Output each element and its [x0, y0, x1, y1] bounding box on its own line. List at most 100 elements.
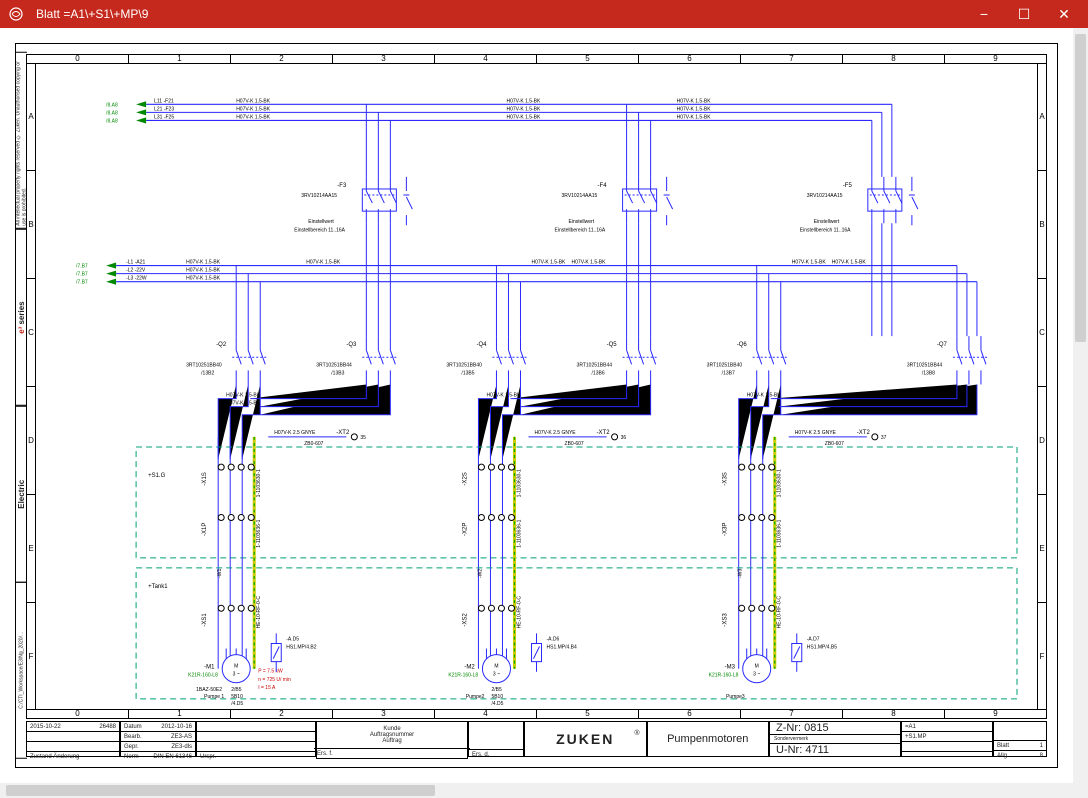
- svg-text:35: 35: [360, 435, 366, 441]
- svg-text:3RT10251BB40: 3RT10251BB40: [707, 362, 743, 368]
- grid-rows-right: A B C D E F: [1037, 63, 1046, 710]
- svg-text:-X1S: -X1S: [202, 472, 208, 485]
- svg-text:2/B5: 2/B5: [231, 687, 241, 693]
- svg-text:H07V-K 1.5-BK: H07V-K 1.5-BK: [792, 260, 827, 266]
- svg-text:-A.D6: -A.D6: [547, 636, 560, 642]
- svg-text:H07V-K 1.5-BK: H07V-K 1.5-BK: [506, 98, 541, 104]
- svg-text:ZB0-607: ZB0-607: [565, 441, 584, 447]
- svg-text:1-1103630-1: 1-1103630-1: [256, 469, 262, 497]
- sheet-border-outer: All intellectual property rights reserve…: [15, 43, 1058, 768]
- svg-text:-F4: -F4: [598, 183, 608, 189]
- svg-text:H07V-K 1.5-BK: H07V-K 1.5-BK: [832, 260, 867, 266]
- svg-text:/13B7: /13B7: [722, 370, 735, 376]
- grid-cols-top: 0 1 2 3 4 5 6 7 8 9: [27, 55, 1046, 64]
- sondervermerk: Sondervermerk: [770, 734, 900, 743]
- svg-text:H07V-K 1.5-BK: H07V-K 1.5-BK: [747, 393, 782, 399]
- svg-text:1-1103636-1: 1-1103636-1: [777, 519, 783, 547]
- svg-text:HE-10-RF-0-C: HE-10-RF-0-C: [256, 596, 262, 629]
- svg-text:-Q2: -Q2: [216, 342, 227, 348]
- tb-auftrag: Auftrag: [382, 738, 401, 744]
- title-block: 2015-10-2226488 Zustand Änderung Datum20…: [26, 721, 1047, 757]
- svg-text:/7.B7: /7.B7: [76, 280, 88, 286]
- drawing-title: Pumpenmotoren: [648, 722, 769, 756]
- svg-text:H07V-K 2.5 GNYE: H07V-K 2.5 GNYE: [274, 430, 316, 436]
- svg-text:-M2: -M2: [464, 665, 475, 671]
- svg-text:H07V-K 1.5-BK: H07V-K 1.5-BK: [506, 114, 541, 120]
- svg-text:Einstellwert: Einstellwert: [308, 219, 334, 225]
- svg-text:-A.D7: -A.D7: [807, 636, 820, 642]
- svg-text:5B10: 5B10: [231, 694, 243, 700]
- svg-text:HS1.MP/4.B5: HS1.MP/4.B5: [807, 645, 837, 651]
- grid-cols-bottom: 0 1 2 3 4 5 6 7 8 9: [27, 709, 1046, 718]
- svg-text:3RV10214AA15: 3RV10214AA15: [807, 193, 843, 199]
- svg-text:Pumpe3: Pumpe3: [726, 694, 745, 700]
- svg-text:+Tank1: +Tank1: [148, 584, 168, 590]
- svg-text:-W2: -W2: [477, 569, 483, 578]
- svg-text:-Q6: -Q6: [737, 342, 748, 348]
- svg-text:/13B8: /13B8: [922, 370, 935, 376]
- svg-text:H07V-K 1.5-BK: H07V-K 1.5-BK: [236, 114, 271, 120]
- svg-text:HS1.MP/4.B2: HS1.MP/4.B2: [286, 645, 316, 651]
- svg-text:L21 -F23: L21 -F23: [154, 106, 174, 112]
- svg-text:HE-10-RF-0-C: HE-10-RF-0-C: [777, 596, 783, 629]
- svg-text:K21R-160-L8: K21R-160-L8: [448, 673, 478, 679]
- svg-text:H07V-K 2.5 GNYE: H07V-K 2.5 GNYE: [795, 430, 837, 436]
- svg-text:-X2S: -X2S: [462, 472, 468, 485]
- title-bar[interactable]: Blatt =A1\+S1\+MP\9 − ☐ ✕: [0, 0, 1088, 28]
- svg-text:/7.B7: /7.B7: [76, 272, 88, 278]
- svg-text:-L3 -22W: -L3 -22W: [126, 276, 147, 282]
- svg-text:P = 7.5 kW: P = 7.5 kW: [258, 669, 283, 675]
- svg-text:H07V-K 1.5-BK: H07V-K 1.5-BK: [306, 260, 341, 266]
- svg-text:-L2 -22V: -L2 -22V: [126, 268, 146, 274]
- svg-text:H07V-K 1.5-BK: H07V-K 1.5-BK: [186, 260, 221, 266]
- svg-text:-Q5: -Q5: [607, 342, 618, 348]
- svg-text:-X2P: -X2P: [462, 523, 468, 536]
- zuken-logo: ZUKEN: [556, 731, 614, 747]
- minimize-button[interactable]: −: [964, 0, 1004, 28]
- svg-text:Einstellbereich 11..16A: Einstellbereich 11..16A: [294, 227, 345, 233]
- drawing-canvas[interactable]: All intellectual property rights reserve…: [0, 28, 1088, 798]
- svg-text:-XS1: -XS1: [202, 613, 208, 627]
- svg-text:-XT2: -XT2: [597, 430, 611, 436]
- svg-text:/13B6: /13B6: [592, 370, 605, 376]
- svg-text:L31 -F25: L31 -F25: [154, 114, 174, 120]
- svg-text:-M3: -M3: [725, 665, 736, 671]
- svg-text:1-1103636-1: 1-1103636-1: [256, 519, 262, 547]
- svg-text:-A.D5: -A.D5: [286, 636, 299, 642]
- svg-text:H07V-K 1.5-BK: H07V-K 1.5-BK: [677, 106, 712, 112]
- maximize-button[interactable]: ☐: [1004, 0, 1044, 28]
- scrollbar-horizontal[interactable]: [0, 783, 1073, 798]
- svg-text:1-1103630-1: 1-1103630-1: [516, 469, 522, 497]
- svg-text:n = 725 U/ min: n = 725 U/ min: [258, 677, 291, 683]
- svg-text:K21R-160-L8: K21R-160-L8: [709, 673, 739, 679]
- svg-text:H07V-K 1.5-BK: H07V-K 1.5-BK: [186, 268, 221, 274]
- svg-text:3RT10251BB44: 3RT10251BB44: [907, 362, 943, 368]
- svg-text:H07V-K 1.5-BK: H07V-K 1.5-BK: [236, 106, 271, 112]
- svg-text:-W3: -W3: [738, 569, 744, 578]
- svg-text:Einstellwert: Einstellwert: [569, 219, 595, 225]
- svg-text:-Q7: -Q7: [937, 342, 948, 348]
- svg-text:Einstellbereich 11..16A: Einstellbereich 11..16A: [800, 227, 851, 233]
- window-title: Blatt =A1\+S1\+MP\9: [36, 7, 148, 21]
- svg-text:HE-10-RF-0-C: HE-10-RF-0-C: [516, 596, 522, 629]
- svg-text:3RV10214AA15: 3RV10214AA15: [562, 193, 598, 199]
- close-button[interactable]: ✕: [1044, 0, 1084, 28]
- svg-text:3RT10251BB40: 3RT10251BB40: [446, 362, 482, 368]
- svg-text:K21R-160-L8: K21R-160-L8: [188, 673, 218, 679]
- svg-text:Pumpe2: Pumpe2: [466, 694, 485, 700]
- schematic-drawing: M 3 ~: [36, 64, 1037, 709]
- svg-text:/13B5: /13B5: [461, 370, 474, 376]
- svg-text:-X3S: -X3S: [723, 472, 729, 485]
- svg-text:3RT10251BB44: 3RT10251BB44: [577, 362, 613, 368]
- scrollbar-vertical[interactable]: [1073, 28, 1088, 798]
- svg-text:Pumpe 1: Pumpe 1: [204, 694, 224, 700]
- svg-text:/4.D5: /4.D5: [231, 701, 243, 707]
- svg-text:2/B5: 2/B5: [491, 687, 501, 693]
- svg-text:H07V-K 1.5-BK: H07V-K 1.5-BK: [677, 98, 712, 104]
- svg-text:-F5: -F5: [843, 183, 853, 189]
- svg-text:5B10: 5B10: [491, 694, 503, 700]
- grid-rows-left: A B C D E F: [27, 63, 36, 710]
- svg-text:-Q4: -Q4: [476, 342, 487, 348]
- svg-text:Einstellwert: Einstellwert: [814, 219, 840, 225]
- svg-text:H07V-K 1.5-BK: H07V-K 1.5-BK: [677, 114, 712, 120]
